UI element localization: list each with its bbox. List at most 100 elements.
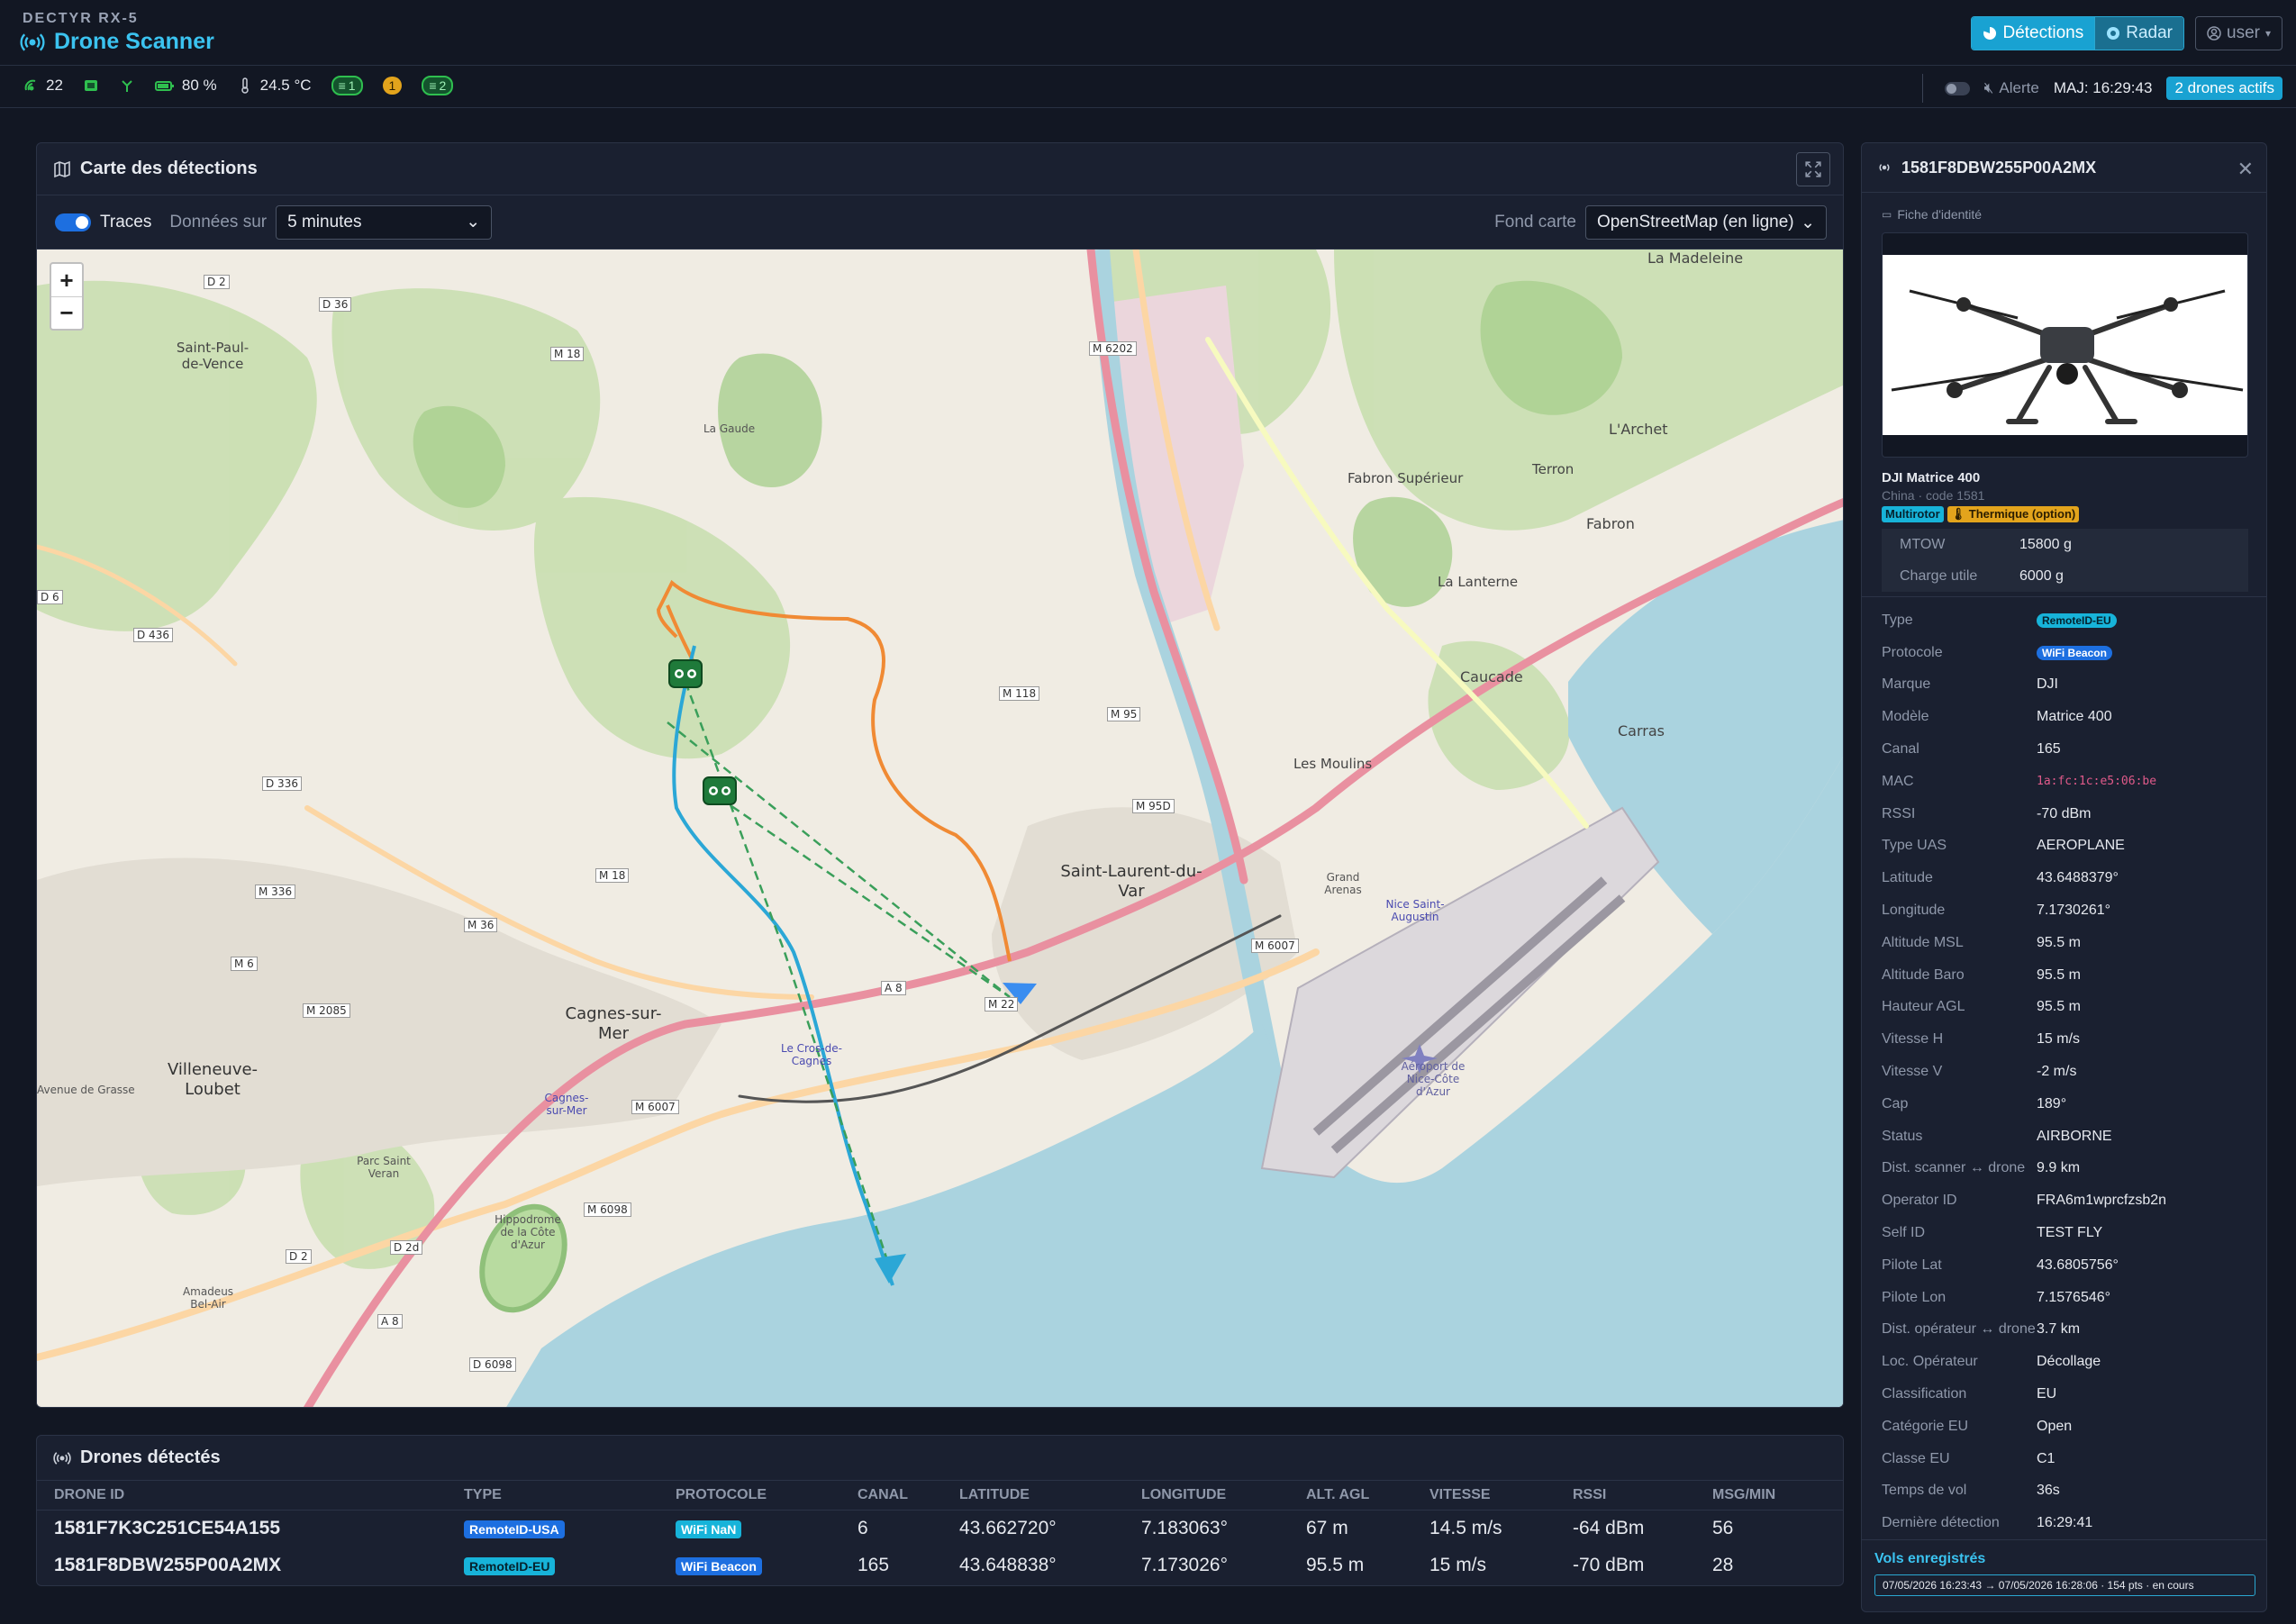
col-latitude[interactable]: LATITUDE [942, 1481, 1124, 1511]
data-range-select[interactable]: 5 minutes ⌄ [276, 204, 493, 240]
place-label: Terron [1532, 461, 1575, 477]
map-canvas[interactable]: + − Saint-Laurent-du-Var Cagnes-sur-Mer … [37, 249, 1843, 1407]
road-shield: M 6202 [1089, 341, 1137, 356]
col-channel[interactable]: CANAL [840, 1481, 942, 1511]
property-value: 1a:fc:1c:e5:06:be [2037, 775, 2157, 789]
property-value: AEROPLANE [2037, 838, 2125, 854]
property-row: Canal 165 [1862, 733, 2266, 766]
property-key: Hauteur AGL [1882, 999, 1965, 1015]
property-key: Cap [1882, 1095, 1909, 1111]
cell-speed: 15 m/s [1429, 1554, 1487, 1575]
place-label: Saint-Laurent-du-Var [1060, 862, 1202, 901]
table-row[interactable]: 1581F7K3C251CE54A155 RemoteID-USA WiFi N… [37, 1510, 1843, 1547]
separator [1921, 74, 1923, 103]
property-row: Pilote Lon 7.1576546° [1862, 1282, 2266, 1314]
place-label: Saint-Paul-de-Vence [176, 340, 250, 372]
id-card-icon: ▭ [1882, 208, 1892, 221]
col-longitude[interactable]: LONGITUDE [1124, 1481, 1289, 1511]
close-icon[interactable]: ✕ [2237, 158, 2254, 181]
road-shield: M 6007 [631, 1100, 679, 1114]
col-type[interactable]: TYPE [447, 1481, 658, 1511]
drones-table-panel: Drones détectés DRONE ID TYPE PROTOCOLE … [36, 1435, 1844, 1586]
map-panel: Carte des détections Traces Données sur … [36, 142, 1844, 1408]
property-key: Classification [1882, 1386, 1967, 1402]
radar-button[interactable]: Radar [2094, 17, 2183, 50]
cell-msg: 28 [1712, 1554, 1734, 1575]
recorded-flights-title: Vols enregistrés [1874, 1551, 1986, 1566]
cell-drone-id: 1581F7K3C251CE54A155 [54, 1517, 281, 1538]
property-key: MAC [1882, 773, 1914, 789]
property-value: 9.9 km [2037, 1160, 2081, 1176]
road-shield: M 95 [1107, 707, 1141, 721]
alert-control[interactable]: 🔇︎ Alerte [1984, 79, 2039, 97]
cell-alt: 95.5 m [1306, 1554, 1365, 1575]
property-value: TEST FLY [2037, 1225, 2103, 1241]
cell-latitude: 43.662720° [959, 1517, 1057, 1538]
zoom-out-button[interactable]: − [51, 296, 82, 329]
table-row[interactable]: 1581F8DBW255P00A2MX RemoteID-EU WiFi Bea… [37, 1547, 1843, 1583]
road-shield: M 18 [550, 347, 585, 361]
place-label: Parc Saint Veran [357, 1155, 411, 1180]
operator-marker-2 [703, 776, 737, 805]
tag-multirotor: Multirotor [1882, 506, 1944, 522]
property-key: Self ID [1882, 1225, 1926, 1241]
status-bar: 22 80 % 24.5 °C ≡ 1 1 ≡ 2 🔇︎ Alerte MAJ:… [0, 67, 2296, 108]
property-row: Temps de vol 36s [1862, 1475, 2266, 1508]
property-key: Vitesse H [1882, 1031, 1944, 1048]
recorded-flight-item[interactable]: 07/05/2026 16:23:43 → 07/05/2026 16:28:0… [1874, 1574, 2255, 1596]
place-label: Nice Saint-Augustin [1385, 898, 1445, 923]
detail-title: 1581F8DBW255P00A2MX [1901, 158, 2097, 177]
cell-protocol: WiFi Beacon [658, 1547, 840, 1583]
col-alt-agl[interactable]: ALT. AGL [1289, 1481, 1412, 1511]
antenna-icon [122, 80, 132, 92]
property-key: Type [1882, 612, 1913, 628]
property-key: Pilote Lon [1882, 1289, 1947, 1305]
col-rssi[interactable]: RSSI [1556, 1481, 1695, 1511]
property-row: Modèle Matrice 400 [1862, 701, 2266, 733]
property-row: Dist. opérateur ↔ drone 3.7 km [1862, 1314, 2266, 1347]
place-label: La Lanterne [1438, 574, 1519, 590]
drones-table-header: Drones détectés [37, 1436, 1843, 1481]
cell-latitude: 43.648838° [959, 1554, 1057, 1575]
property-key: Status [1882, 1128, 1923, 1144]
basemap-select[interactable]: OpenStreetMap (en ligne) ⌄ [1585, 205, 1827, 240]
alert-toggle[interactable] [1944, 81, 1970, 95]
thermometer-icon [240, 77, 249, 94]
drone-model: DJI Matrice 400 [1882, 470, 1981, 485]
road-shield: M 6007 [1251, 939, 1299, 953]
col-msg-min[interactable]: MSG/MIN [1695, 1481, 1843, 1511]
property-key: Dernière détection [1882, 1515, 2000, 1531]
property-row: Status AIRBORNE [1862, 1120, 2266, 1153]
radar-icon [1983, 26, 1997, 40]
property-row: Catégorie EU Open [1862, 1411, 2266, 1443]
drones-table: DRONE ID TYPE PROTOCOLE CANAL LATITUDE L… [37, 1481, 1843, 1583]
map-controls: Traces Données sur 5 minutes ⌄ Fond cart… [37, 195, 1843, 249]
protocol-badge: WiFi Beacon [676, 1556, 762, 1575]
zoom-in-button[interactable]: + [51, 264, 82, 296]
fullscreen-button[interactable] [1796, 152, 1830, 186]
target-icon [2107, 27, 2120, 40]
col-drone-id[interactable]: DRONE ID [37, 1481, 447, 1511]
property-value: C1 [2037, 1450, 2056, 1466]
property-row: RSSI -70 dBm [1862, 798, 2266, 830]
property-row: Self ID TEST FLY [1862, 1217, 2266, 1249]
property-value: 95.5 m [2037, 966, 2081, 983]
property-key: Type UAS [1882, 838, 1947, 854]
property-key: Marque [1882, 676, 1931, 693]
place-label: Le Cros-de-Cagnes [781, 1042, 842, 1067]
detections-button[interactable]: Détections [1972, 17, 2095, 50]
traces-toggle[interactable] [55, 213, 91, 231]
user-menu-button[interactable]: user ▾ [2195, 16, 2282, 50]
cell-type: RemoteID-EU [447, 1547, 658, 1583]
property-row: Classification EU [1862, 1378, 2266, 1411]
gps-status [83, 77, 99, 94]
road-shield: M 118 [999, 686, 1040, 701]
app-title-text: Drone Scanner [54, 29, 214, 54]
db-badge-1: ≡ 1 [331, 76, 363, 95]
col-protocol[interactable]: PROTOCOLE [658, 1481, 840, 1511]
place-label: Aéroport de Nice-Côte d'Azur [1401, 1060, 1466, 1098]
col-speed[interactable]: VITESSE [1412, 1481, 1556, 1511]
property-key: Altitude Baro [1882, 966, 1965, 983]
app-title: Drone Scanner [20, 29, 214, 55]
active-drones-badge: 2 drones actifs [2166, 77, 2282, 100]
